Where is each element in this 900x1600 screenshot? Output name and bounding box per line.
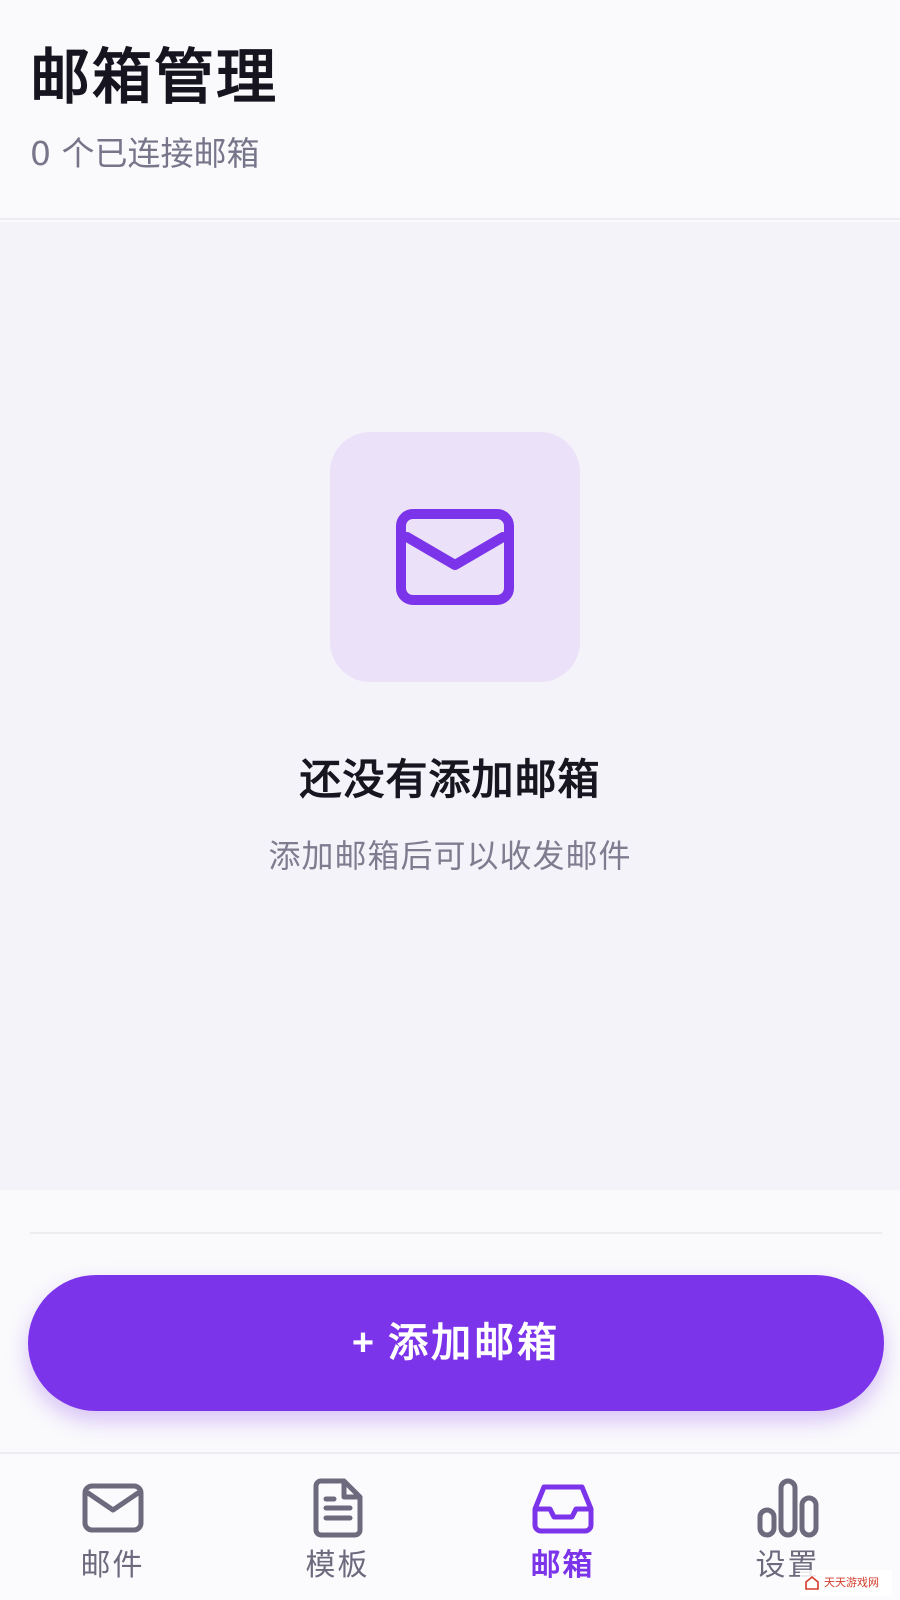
empty-state-title: 还没有添加邮箱 bbox=[299, 755, 601, 804]
nav-item-mail[interactable]: 邮件 bbox=[0, 1454, 225, 1600]
nav-label-mail: 邮件 bbox=[80, 1548, 145, 1583]
empty-state-description: 添加邮箱后可以收发邮件 bbox=[268, 837, 632, 875]
app-screen: 邮箱管理 0 个已连接邮箱 还没有添加邮箱 添加邮箱后可以收发邮件 + 添加邮箱… bbox=[0, 0, 900, 1600]
mail-icon bbox=[80, 1478, 146, 1538]
empty-state-icon-tile bbox=[330, 432, 580, 682]
mail-icon bbox=[396, 509, 514, 605]
nav-label-templates: 模板 bbox=[305, 1548, 370, 1583]
bar-chart-icon bbox=[755, 1478, 821, 1538]
plus-icon: + bbox=[351, 1322, 375, 1364]
empty-state: 还没有添加邮箱 添加邮箱后可以收发邮件 bbox=[0, 222, 900, 1190]
watermark-logo-icon bbox=[805, 1575, 819, 1590]
watermark-text: 天天游戏网 bbox=[824, 1576, 879, 1589]
inbox-icon bbox=[530, 1478, 596, 1538]
add-mailbox-button-label: 添加邮箱 bbox=[388, 1321, 561, 1365]
bottom-nav: 邮件 模板 邮箱 设置 bbox=[0, 1452, 900, 1600]
connected-count: 0 个已连接邮箱 bbox=[30, 134, 260, 173]
nav-item-mailbox[interactable]: 邮箱 bbox=[450, 1454, 675, 1600]
divider bbox=[30, 1232, 882, 1234]
nav-item-templates[interactable]: 模板 bbox=[225, 1454, 450, 1600]
document-icon bbox=[305, 1478, 371, 1538]
nav-label-mailbox: 邮箱 bbox=[530, 1548, 595, 1583]
page-title: 邮箱管理 bbox=[30, 43, 278, 113]
add-mailbox-button[interactable]: + 添加邮箱 bbox=[28, 1275, 884, 1411]
page-header: 邮箱管理 0 个已连接邮箱 bbox=[0, 0, 900, 220]
site-watermark: 天天游戏网 bbox=[800, 1570, 892, 1596]
